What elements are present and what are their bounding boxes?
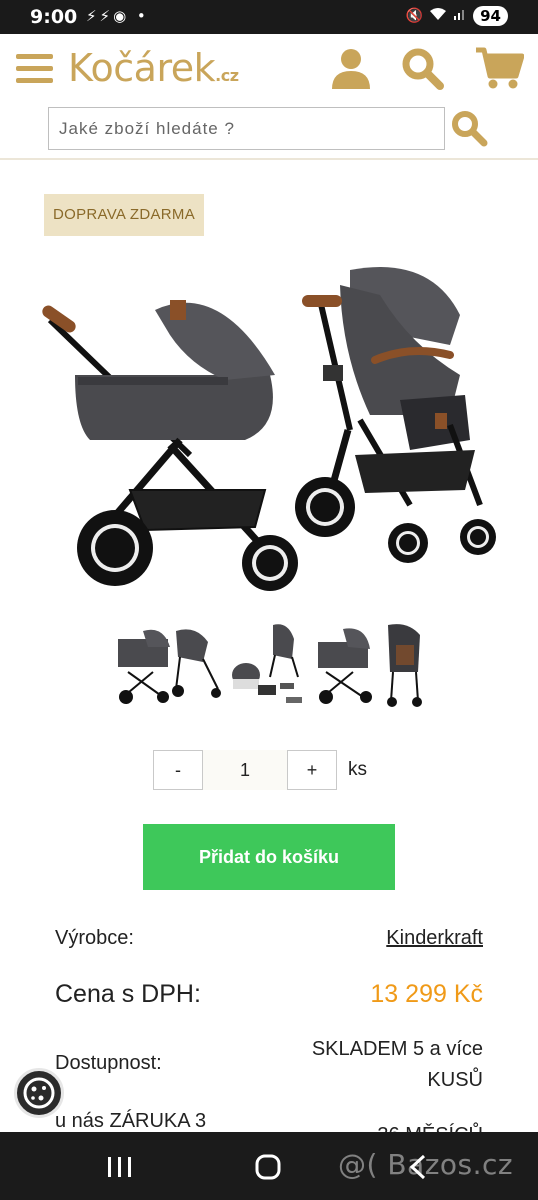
thumbnail-3[interactable] bbox=[232, 624, 302, 703]
quantity-unit: ks bbox=[348, 759, 367, 780]
recents-icon[interactable] bbox=[100, 1152, 140, 1182]
maker-link[interactable]: Kinderkraft bbox=[386, 927, 483, 950]
availability-label: Dostupnost: bbox=[55, 1052, 162, 1074]
menu-icon[interactable] bbox=[16, 54, 53, 84]
thumbnail-5[interactable] bbox=[387, 624, 422, 707]
search-bar bbox=[48, 107, 488, 150]
thumbnail-gallery bbox=[108, 617, 424, 709]
page: 9:00 ⚡⚡◉ • 🔇 94 Kočárek.cz Jaké zboží hl… bbox=[0, 0, 538, 1200]
thumbnail-2[interactable] bbox=[172, 629, 221, 698]
wifi-icon bbox=[429, 7, 447, 25]
quantity-input[interactable]: 1 bbox=[203, 750, 287, 790]
signal-icon bbox=[453, 7, 467, 25]
home-icon[interactable] bbox=[248, 1152, 288, 1182]
cart-icon[interactable] bbox=[474, 46, 525, 90]
thumbnail-4[interactable] bbox=[318, 628, 372, 704]
notification-icons: ⚡⚡◉ • bbox=[86, 7, 149, 25]
search-submit-icon[interactable] bbox=[450, 109, 488, 147]
status-right: 🔇 94 bbox=[406, 6, 508, 26]
logo-suffix: .cz bbox=[215, 66, 239, 85]
maker-label: Výrobce: bbox=[55, 927, 134, 949]
watermark: @( Bazos.cz bbox=[338, 1148, 514, 1181]
availability-value: SKLADEM 5 a více KUSŮ bbox=[312, 1034, 483, 1096]
thumbnail-1[interactable] bbox=[118, 629, 170, 704]
cookie-icon[interactable] bbox=[14, 1068, 64, 1118]
add-to-cart-button[interactable]: Přidat do košíku bbox=[143, 824, 395, 890]
price-value: 13 299 Kč bbox=[370, 980, 483, 1008]
site-header: Kočárek.cz bbox=[0, 34, 538, 160]
logo-text: Kočárek bbox=[68, 46, 216, 90]
search-icon[interactable] bbox=[400, 46, 444, 90]
status-time: 9:00 bbox=[30, 6, 78, 28]
availability-line-2: KUSŮ bbox=[427, 1069, 483, 1091]
product-image[interactable] bbox=[20, 255, 518, 605]
warranty-label: u nás ZÁRUKA 3 bbox=[55, 1110, 207, 1132]
pram-carrycot bbox=[42, 300, 298, 591]
pram-seat bbox=[295, 267, 496, 563]
search-input[interactable] bbox=[48, 107, 445, 150]
mute-icon: 🔇 bbox=[405, 8, 424, 24]
quantity-decrease-button[interactable]: - bbox=[153, 750, 203, 790]
user-icon[interactable] bbox=[329, 46, 373, 90]
availability-line-1: SKLADEM 5 a více bbox=[311, 1038, 483, 1060]
site-logo[interactable]: Kočárek.cz bbox=[68, 46, 239, 90]
free-shipping-badge: DOPRAVA ZDARMA bbox=[44, 194, 204, 236]
status-bar: 9:00 ⚡⚡◉ • 🔇 94 bbox=[0, 0, 538, 34]
battery-indicator: 94 bbox=[473, 6, 508, 26]
quantity-increase-button[interactable]: + bbox=[287, 750, 337, 790]
price-label: Cena s DPH: bbox=[55, 980, 201, 1008]
